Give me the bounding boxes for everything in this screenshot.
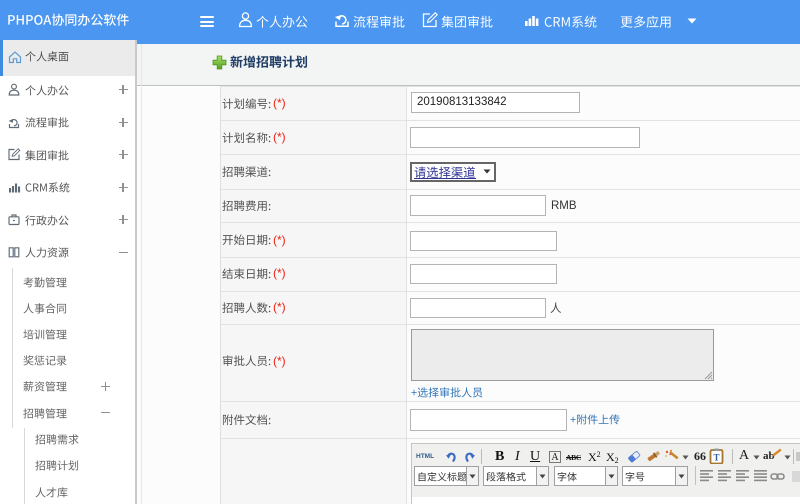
svg-text:T: T xyxy=(713,453,719,463)
